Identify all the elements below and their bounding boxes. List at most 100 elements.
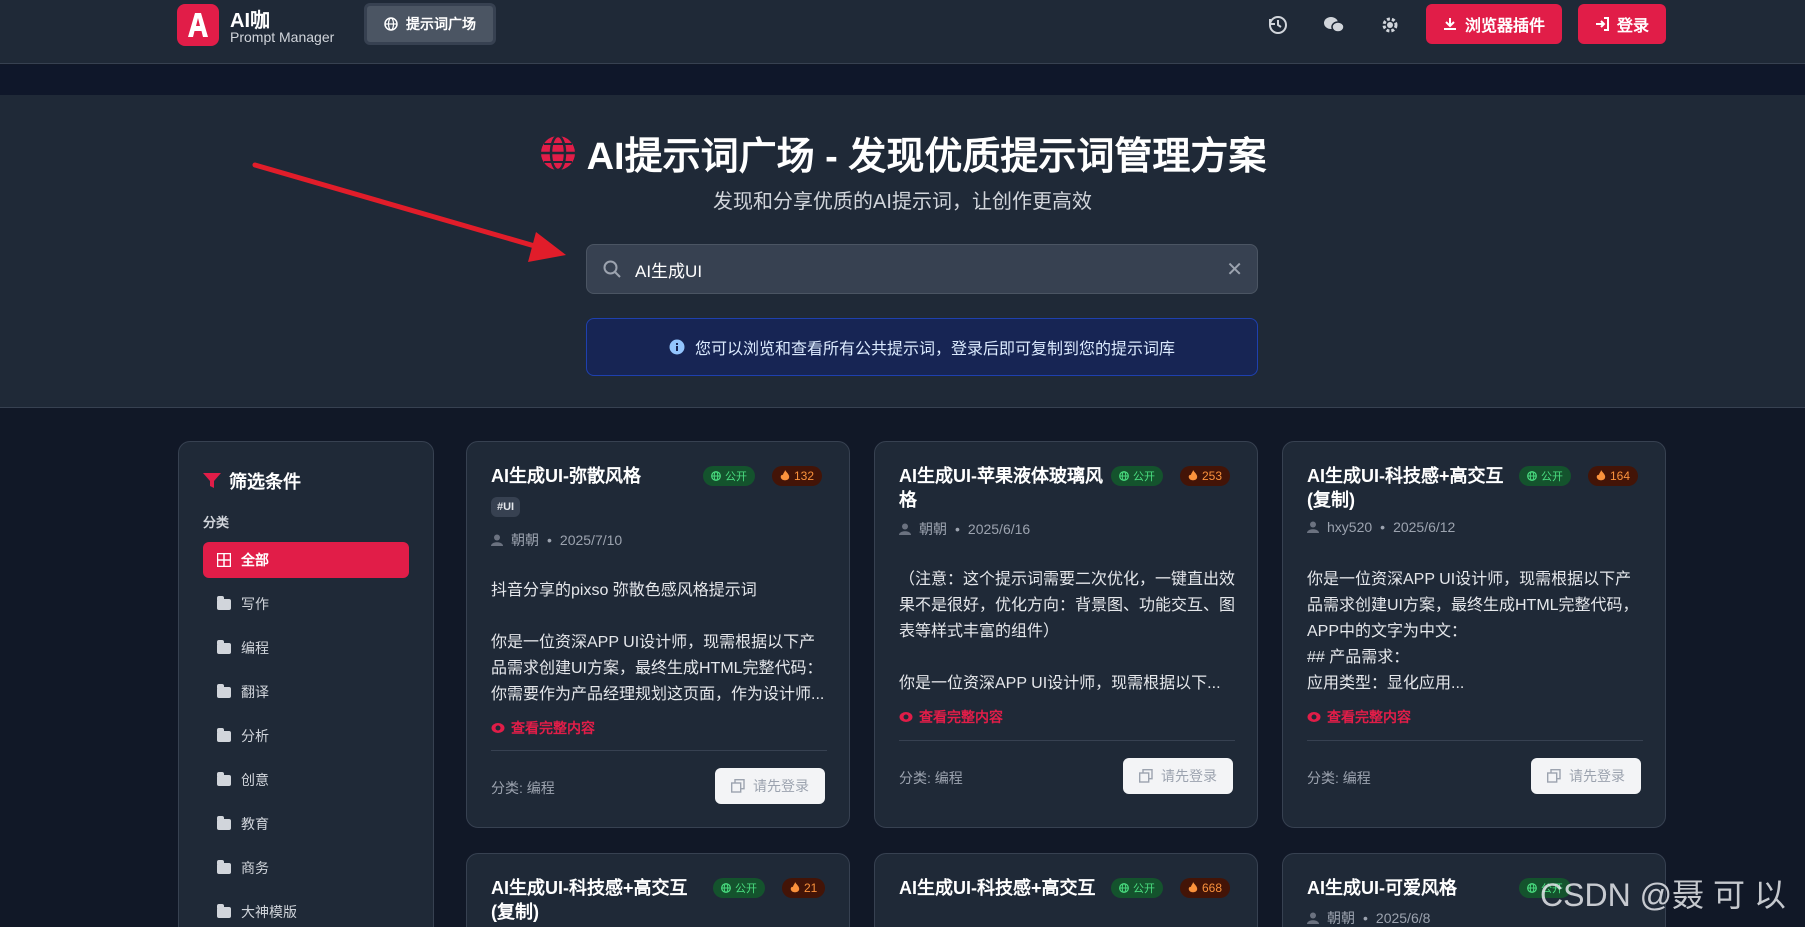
sidebar-item-label: 全部 (241, 552, 269, 568)
globe-icon (1527, 883, 1537, 893)
browser-plugin-button[interactable]: 浏览器插件 (1426, 4, 1562, 44)
sidebar-item-creative[interactable]: 创意 (203, 762, 409, 798)
author-name: 朝朝 (919, 521, 947, 537)
prompt-card[interactable]: AI生成UI-科技感+高交互 公开 668 (874, 853, 1258, 927)
user-icon (1307, 912, 1319, 924)
folder-icon (217, 771, 231, 786)
card-title[interactable]: AI生成UI-科技感+高交互 (899, 876, 1109, 900)
fire-icon (790, 882, 800, 893)
copy-login-button[interactable]: 请先登录 (1531, 758, 1641, 794)
clear-search-icon[interactable]: ✕ (1226, 257, 1243, 282)
hot-count-badge: 21 (782, 878, 826, 898)
copy-login-button[interactable]: 请先登录 (715, 768, 825, 804)
meta-dot: • (547, 532, 552, 548)
sign-in-icon (1595, 17, 1609, 31)
public-badge-text: 公开 (1541, 471, 1563, 483)
history-icon[interactable] (1263, 10, 1293, 40)
hot-count: 253 (1202, 469, 1223, 483)
globe-icon (1119, 471, 1129, 481)
info-notice-text: 您可以浏览和查看所有公共提示词，登录后即可复制到您的提示词库 (694, 341, 1175, 358)
tag-chip[interactable]: #UI (491, 497, 521, 517)
sidebar-item-business[interactable]: 商务 (203, 850, 409, 886)
sidebar-item-label: 分析 (241, 728, 269, 744)
hot-count: 21 (804, 881, 818, 895)
search-input[interactable] (635, 245, 1195, 293)
copy-login-label: 请先登录 (1569, 768, 1625, 784)
card-meta: 朝朝 • 2025/6/8 (1307, 908, 1430, 927)
card-meta: 朝朝 • 2025/6/16 (899, 519, 1030, 539)
filter-sidebar: 筛选条件 分类 全部 写作 编程 翻译 分析 创意 教育 商务 大神模版 (178, 441, 434, 927)
card-title[interactable]: AI生成UI-科技感+高交互 (复制) (491, 876, 691, 924)
view-full-label: 查看完整内容 (919, 709, 1003, 725)
eye-icon (1307, 712, 1321, 722)
copy-login-label: 请先登录 (753, 778, 809, 794)
globe-icon (711, 471, 721, 481)
nav-prompt-square-label: 提示词广场 (406, 16, 476, 32)
card-divider (1307, 740, 1643, 741)
card-title[interactable]: AI生成UI-弥散风格 (491, 464, 701, 488)
public-badge-text: 公开 (735, 883, 757, 895)
prompt-card[interactable]: AI生成UI-科技感+高交互 (复制) 公开 164 hxy520 • 2025… (1282, 441, 1666, 828)
user-icon (491, 534, 503, 546)
sidebar-item-templates[interactable]: 大神模版 (203, 894, 409, 927)
card-meta: hxy520 • 2025/6/12 (1307, 519, 1455, 535)
sidebar-item-coding[interactable]: 编程 (203, 630, 409, 666)
prompt-card[interactable]: AI生成UI-弥散风格 公开 132 #UI 朝朝 • 2025/7/10 抖音… (466, 441, 850, 828)
hot-count: 164 (1610, 469, 1631, 483)
filter-icon (203, 473, 221, 488)
globe-icon (384, 17, 398, 31)
logo-a-icon (188, 13, 208, 37)
fire-icon (1188, 882, 1198, 893)
prompt-card[interactable]: AI生成UI-苹果液体玻璃风格 公开 253 朝朝 • 2025/6/16 （注… (874, 441, 1258, 828)
eye-icon (491, 723, 505, 733)
fire-icon (1188, 470, 1198, 481)
publish-date: 2025/6/12 (1393, 519, 1456, 535)
hero-title: AI提示词广场 - 发现优质提示词管理方案 (0, 125, 1805, 180)
folder-icon (217, 595, 231, 610)
hot-count-badge: 668 (1180, 878, 1231, 898)
copy-login-button[interactable]: 请先登录 (1123, 758, 1233, 794)
hero-subtitle: 发现和分享优质的AI提示词，让创作更高效 (713, 191, 1092, 213)
globe-icon (540, 134, 575, 171)
public-badge: 公开 (1519, 466, 1571, 486)
card-category: 分类: 编程 (1307, 770, 1371, 786)
view-full-link[interactable]: 查看完整内容 (1307, 707, 1411, 727)
settings-icon[interactable] (1375, 10, 1405, 40)
search-box: ✕ (586, 244, 1258, 294)
login-button[interactable]: 登录 (1578, 4, 1666, 44)
author-name: 朝朝 (1327, 910, 1355, 926)
globe-icon (1527, 471, 1537, 481)
public-badge-text: 公开 (725, 471, 747, 483)
sidebar-item-education[interactable]: 教育 (203, 806, 409, 842)
info-icon (669, 339, 685, 355)
folder-icon (217, 903, 231, 918)
nav-prompt-square-button[interactable]: 提示词广场 (364, 3, 496, 45)
sidebar-item-translation[interactable]: 翻译 (203, 674, 409, 710)
view-full-link[interactable]: 查看完整内容 (491, 718, 595, 738)
sidebar-item-label: 翻译 (241, 684, 269, 700)
card-title[interactable]: AI生成UI-苹果液体玻璃风格 (899, 464, 1109, 512)
public-badge: 公开 (1111, 466, 1163, 486)
prompt-card[interactable]: AI生成UI-科技感+高交互 (复制) 公开 21 (466, 853, 850, 927)
card-title[interactable]: AI生成UI-可爱风格 (1307, 876, 1517, 900)
sidebar-item-analysis[interactable]: 分析 (203, 718, 409, 754)
wechat-icon[interactable] (1319, 10, 1349, 40)
folder-icon (217, 815, 231, 830)
sidebar-item-writing[interactable]: 写作 (203, 586, 409, 622)
browser-plugin-label: 浏览器插件 (1464, 18, 1545, 35)
copy-icon (731, 779, 745, 793)
user-icon (1307, 521, 1319, 533)
folder-icon (217, 859, 231, 874)
publish-date: 2025/7/10 (559, 532, 623, 548)
view-full-link[interactable]: 查看完整内容 (899, 707, 1003, 727)
card-body: 你是一位资深APP UI设计师，现需根据以下产品需求创建UI方案，最终生成HTM… (1307, 571, 1639, 692)
card-title[interactable]: AI生成UI-科技感+高交互 (复制) (1307, 464, 1517, 512)
copy-icon (1547, 769, 1561, 783)
meta-dot: • (1363, 910, 1368, 926)
public-badge: 公开 (1111, 878, 1163, 898)
card-divider (899, 740, 1235, 741)
sidebar-item-all[interactable]: 全部 (203, 542, 409, 578)
publish-date: 2025/6/8 (1375, 910, 1431, 926)
sidebar-item-label: 编程 (241, 640, 269, 656)
app-logo[interactable] (177, 4, 219, 46)
